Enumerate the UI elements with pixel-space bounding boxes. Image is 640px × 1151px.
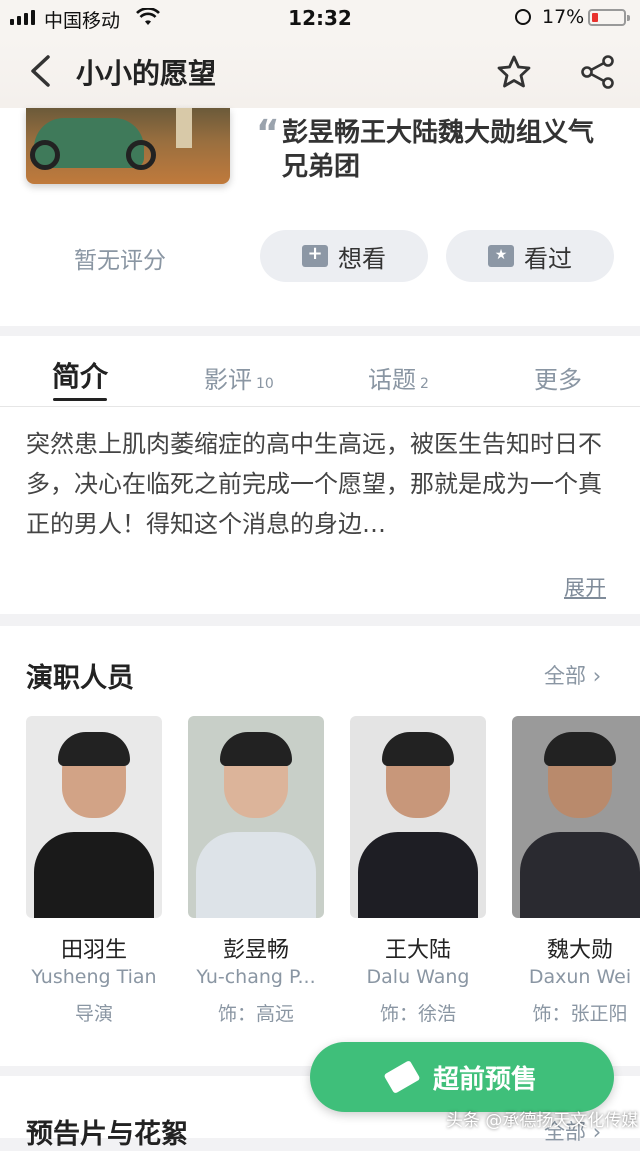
presale-label: 超前预售 <box>432 1064 537 1095</box>
trailer-title: 预告片与花絮 <box>26 1119 188 1150</box>
expand-link[interactable]: 展开 <box>564 572 606 602</box>
cast-role: 导演 <box>74 1003 113 1025</box>
status-bar: 中国移动 12:32 17% <box>0 0 640 36</box>
share-icon[interactable] <box>580 54 616 94</box>
cast-photo-1[interactable] <box>188 716 324 918</box>
cast-name: 王大陆 <box>384 938 451 963</box>
movie-poster[interactable] <box>26 108 230 184</box>
cast-photo-3[interactable] <box>512 716 640 918</box>
tab-topics-label: 话题 <box>368 366 416 394</box>
cast-english-name: Dalu Wang <box>366 966 470 988</box>
tab-topics[interactable]: 话题 2 <box>368 360 429 395</box>
quote-icon: “ <box>256 113 280 154</box>
synopsis-text: 突然患上肌肉萎缩症的高中生高远，被医生告知时日不多，决心在临死之前完成一个愿望，… <box>26 430 602 538</box>
battery-percent: 17% <box>542 6 585 28</box>
tab-reviews-label: 影评 <box>204 366 252 394</box>
cast-name: 彭昱畅 <box>222 938 289 963</box>
alarm-icon <box>515 9 531 25</box>
tab-reviews[interactable]: 影评 10 <box>204 360 274 395</box>
cast-all-label: 全部 <box>544 664 586 688</box>
want-to-watch-label: 想看 <box>338 244 386 273</box>
cast-english-name: Yu-chang P... <box>196 966 316 988</box>
rating-label: 暂无评分 <box>74 248 166 274</box>
presale-button[interactable]: 超前预售 <box>310 1042 614 1112</box>
tab-intro-label: 简介 <box>52 360 109 393</box>
cast-role: 饰：张正阳 <box>532 1003 628 1025</box>
back-icon[interactable] <box>28 54 52 92</box>
cast-english-name: Daxun Wei <box>528 966 632 988</box>
cast-role: 饰：徐浩 <box>379 1003 456 1025</box>
want-to-watch-button[interactable]: 想看 <box>260 230 428 282</box>
ticket-star-icon <box>488 245 514 267</box>
active-tab-indicator <box>53 398 107 401</box>
tab-more-label: 更多 <box>534 366 582 394</box>
cast-photo-2[interactable] <box>350 716 486 918</box>
tab-reviews-count: 10 <box>256 376 274 392</box>
divider <box>0 406 640 407</box>
watched-label: 看过 <box>524 244 572 273</box>
page-title: 小小的愿望 <box>76 57 217 90</box>
cast-name: 田羽生 <box>60 938 127 963</box>
tab-topics-count: 2 <box>420 376 429 392</box>
cast-name: 魏大勋 <box>546 938 613 963</box>
watched-button[interactable]: 看过 <box>446 230 614 282</box>
cast-title: 演职人员 <box>26 663 134 694</box>
watermark: 头条 @承德扬天文化传媒 <box>446 1111 639 1131</box>
tab-intro[interactable]: 简介 <box>52 355 108 395</box>
chevron-right-icon: › <box>592 664 602 688</box>
cast-photo-0[interactable] <box>26 716 162 918</box>
cast-english-name: Yusheng Tian <box>31 966 157 988</box>
add-folder-icon <box>302 243 328 267</box>
cast-role: 饰：高远 <box>217 1003 294 1025</box>
nav-header: 小小的愿望 <box>0 36 640 108</box>
tagline: 彭昱畅王大陆魏大勋组义气兄弟团 <box>282 118 595 182</box>
tab-more[interactable]: 更多 <box>534 360 582 395</box>
ticket-icon <box>383 1059 421 1095</box>
battery-icon <box>588 9 630 26</box>
cast-all-link[interactable]: 全部 › <box>544 660 601 690</box>
favorite-star-icon[interactable] <box>496 54 532 94</box>
